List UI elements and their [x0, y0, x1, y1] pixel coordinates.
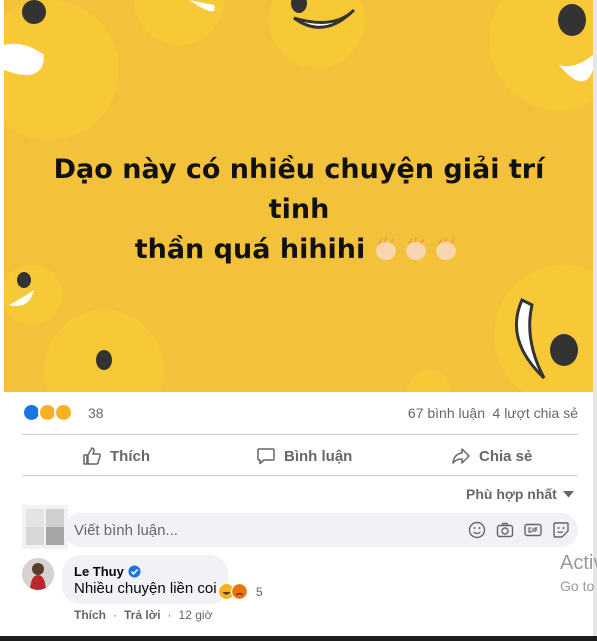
comment-input-tools [458, 521, 570, 539]
post-text: Dạo này có nhiều chuyện giải trí tinh th… [24, 150, 574, 274]
camera-icon[interactable] [496, 521, 514, 539]
activation-watermark-title: Activ [560, 552, 597, 574]
comment-time[interactable]: 12 giờ [179, 608, 213, 622]
emoji-row [373, 234, 463, 274]
activation-watermark-subtitle: Go to [560, 578, 595, 594]
reaction-count[interactable]: 38 [88, 405, 104, 421]
like-label: Thích [110, 447, 150, 465]
comment-reaction-count: 5 [256, 585, 263, 599]
meta-dot: · [167, 608, 172, 622]
post-text-line-2-wrap: thần quá hihihi [24, 230, 574, 274]
comment-meta: Thích · Trả lời · 12 giờ [74, 608, 212, 622]
share-arrow-icon [452, 448, 470, 464]
reaction-summary[interactable] [22, 402, 82, 424]
angry-reaction-icon [231, 583, 248, 600]
stats-divider [22, 434, 578, 435]
comment-label: Bình luận [284, 447, 353, 465]
meta-dot: · [113, 608, 117, 622]
emoji-icon[interactable] [468, 521, 486, 539]
comment-reply-link[interactable]: Trả lời [124, 608, 161, 622]
comment-sort-dropdown[interactable]: Phù hợp nhất [466, 486, 574, 502]
viewer-avatar[interactable] [22, 505, 68, 549]
comment-input[interactable]: Viết bình luận... [64, 513, 578, 547]
share-button[interactable]: Chia sẻ [451, 438, 532, 474]
comment-reaction-summary[interactable]: 5 [218, 583, 268, 601]
clapping-hands-icon [436, 236, 457, 260]
post-text-line-2: thần quá hihihi [134, 234, 366, 265]
comment-like-link[interactable]: Thích [74, 608, 106, 622]
post-banner[interactable]: Dạo này có nhiều chuyện giải trí tinh th… [4, 0, 593, 392]
share-label: Chia sẻ [479, 447, 533, 465]
comment-input-placeholder: Viết bình luận... [74, 522, 178, 539]
sort-label: Phù hợp nhất [466, 486, 557, 502]
commenter-avatar[interactable] [22, 558, 54, 590]
post-stats: 38 67 bình luận 4 lượt chia sẻ [22, 402, 578, 426]
clapping-hands-icon [376, 236, 397, 260]
comment-button[interactable]: Bình luận [256, 438, 352, 474]
comment-author[interactable]: Le Thuy [74, 564, 124, 579]
comment-bubble-icon [257, 448, 275, 465]
comment-count[interactable]: 67 bình luận [408, 405, 485, 421]
verified-badge-icon [128, 565, 141, 578]
sticker-icon[interactable] [552, 521, 570, 539]
comment-text: Nhiều chuyện liền coi [74, 580, 217, 597]
gif-icon[interactable] [524, 521, 542, 539]
page: Dạo này có nhiều chuyện giải trí tinh th… [0, 0, 597, 641]
comment-bubble: Le Thuy Nhiều chuyện liền coi [62, 555, 228, 604]
comment-author-wrap: Le Thuy [74, 564, 141, 579]
thumbs-up-icon [83, 447, 101, 465]
post-card: Dạo này có nhiều chuyện giải trí tinh th… [4, 0, 593, 641]
like-button[interactable]: Thích [82, 438, 150, 474]
clapping-hands-icon [406, 236, 427, 260]
taskbar-strip [0, 636, 597, 641]
post-text-line-1: Dạo này có nhiều chuyện giải trí tinh [53, 154, 545, 225]
actions-divider [22, 475, 578, 476]
share-count[interactable]: 4 lượt chia sẻ [493, 405, 578, 421]
caret-down-icon [562, 490, 574, 497]
window-edge [593, 0, 597, 641]
care-reaction-icon [54, 403, 73, 422]
post-actions: Thích Bình luận Chia sẻ [22, 438, 578, 474]
